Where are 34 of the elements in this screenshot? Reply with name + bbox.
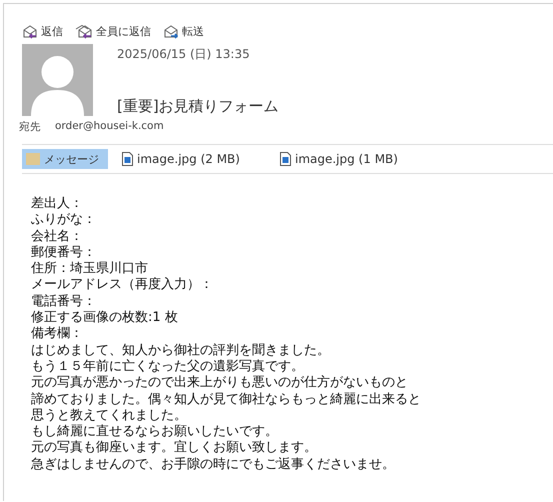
body-line: 修正する画像の枚数:1 枚 [31,310,178,326]
date-text: 2025/06/15 (日) 13:35 [117,46,251,63]
avatar-icon [22,44,93,116]
body-line: 元の写真も御座います。宜しくお願い致します。 [31,440,317,457]
message-tab[interactable]: メッセージ [22,149,108,169]
body-line: 備考欄： [31,326,83,343]
message-icon [26,153,40,165]
body-line: 会社名： [31,228,83,245]
attachment-item[interactable]: image.jpg (1 MB) [276,149,404,169]
body-line: 急ぎはしませんので、お手隙の時にでもご返事くださいませ。 [31,456,395,474]
body-line: 差出人： [31,196,83,212]
image-file-icon [280,152,291,166]
to-label: 宛先 [19,120,41,134]
body-line: もし綺麗に直せるならお願いしたいです。 [31,424,278,440]
attachment-item[interactable]: image.jpg (2 MB) [118,149,246,169]
body-line: 元の写真が悪かったので出来上がりも悪いのが仕方がないものと [31,375,408,392]
reply-icon [22,24,38,38]
body-line: 電話番号： [31,294,96,310]
body-line: ふりがな： [31,212,96,229]
body-line: メールアドレス（再度入力）： [31,277,213,294]
reply-button[interactable]: 返信 [22,24,63,39]
recipient-address: order@housei-k.com [55,120,164,134]
body-line: 郵便番号： [31,244,96,262]
image-file-icon [122,152,133,166]
body-line: 諦めておりました。偶々知人が見て御社ならもっと綺麗に出来ると [31,392,421,408]
body-line: はじめまして、知人から御社の評判を聞きました。 [31,342,330,359]
reply-all-button[interactable]: 全員に返信 [75,24,151,39]
subject-text: [重要]お見積りフォーム [117,97,279,116]
body-line: 住所：埼玉県川口市 [31,261,148,278]
forward-button[interactable]: 転送 [163,24,204,39]
body-line: もう１５年前に亡くなった父の遺影写真です。 [31,358,304,375]
body-line: 思うと教えてくれました。 [31,408,187,424]
reply-all-icon [75,24,93,38]
forward-icon [163,24,179,38]
